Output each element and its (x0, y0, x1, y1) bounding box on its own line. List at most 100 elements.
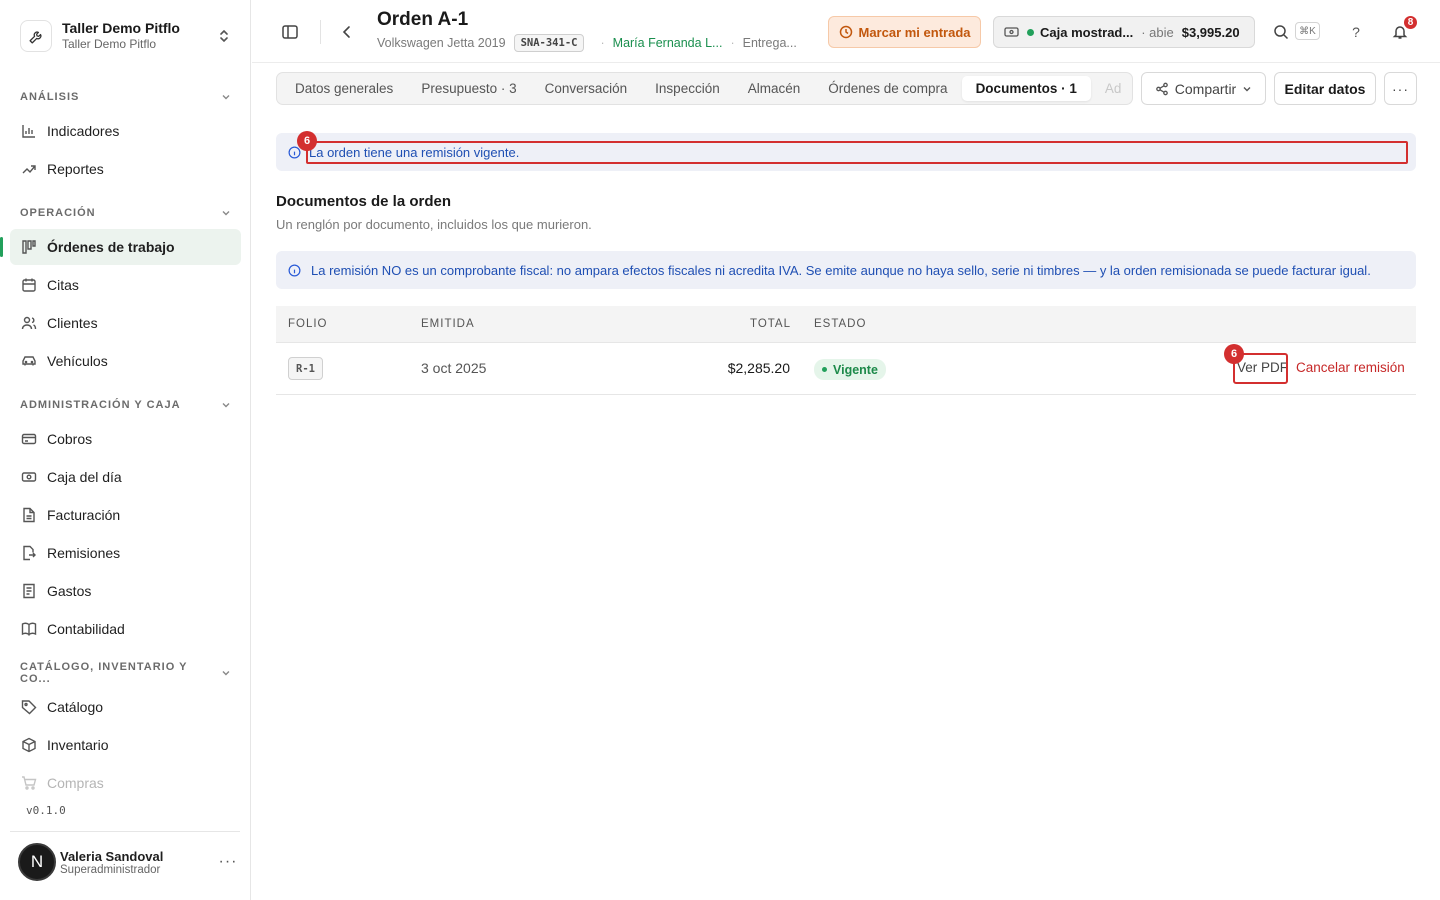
sidebar-item-inventario[interactable]: Inventario (10, 727, 241, 763)
chevron-updown-icon (216, 28, 232, 44)
share-icon (1155, 82, 1169, 96)
section-header-administracion[interactable]: ADMINISTRACIÓN Y CAJA (20, 397, 232, 413)
page-header: Orden A-1 Volkswagen Jetta 2019 SNA-341-… (252, 0, 1440, 63)
calendar-icon (20, 277, 37, 294)
sidebar-item-compras[interactable]: Compras (10, 765, 241, 801)
tab-presupuesto[interactable]: Presupuesto · 3 (407, 76, 530, 101)
tag-icon (20, 699, 37, 716)
app-version: v0.1.0 (26, 804, 66, 817)
wrench-icon (20, 20, 52, 52)
user-name: Valeria Sandoval (60, 848, 164, 864)
search-icon[interactable] (1268, 19, 1294, 45)
sidebar: Taller Demo Pitflo Taller Demo Pitflo AN… (0, 0, 251, 900)
tab-conversacion[interactable]: Conversación (531, 76, 642, 101)
user-role: Superadministrador (60, 863, 161, 876)
avatar: N (18, 843, 56, 881)
sidebar-item-clientes[interactable]: Clientes (10, 305, 241, 341)
workspace-name: Taller Demo Pitflo (62, 20, 180, 36)
users-icon (20, 315, 37, 332)
license-plate: SNA-341-C (513, 34, 585, 52)
sidebar-item-vehiculos[interactable]: Vehículos (10, 343, 241, 379)
page-title: Orden A-1 (377, 9, 469, 30)
sidebar-item-indicadores[interactable]: Indicadores (10, 113, 241, 149)
customer-link[interactable]: María Fernanda L... (613, 36, 723, 50)
receipt-icon (20, 583, 37, 600)
tab-inspeccion[interactable]: Inspección (641, 76, 734, 101)
chevron-down-icon (222, 95, 230, 100)
car-icon (20, 353, 37, 370)
divider (320, 20, 321, 44)
workspace-switcher[interactable]: Taller Demo Pitflo Taller Demo Pitflo (10, 12, 242, 60)
credit-card-icon (20, 431, 37, 448)
notification-count-badge: 8 (1402, 14, 1419, 31)
cash-icon (20, 469, 37, 486)
sidebar-item-cobros[interactable]: Cobros (10, 421, 241, 457)
total-amount: $2,285.20 (727, 360, 790, 376)
highlight-box (306, 141, 1408, 164)
column-issued: EMITIDA (421, 318, 475, 330)
tab-documentos[interactable]: Documentos · 1 (961, 76, 1091, 101)
sidebar-item-contabilidad[interactable]: Contabilidad (10, 611, 241, 647)
sidebar-item-facturacion[interactable]: Facturación (10, 497, 241, 533)
file-icon (20, 507, 37, 524)
table-row: R-1 3 oct 2025 $2,285.20 Vigente Ver PDF… (276, 343, 1416, 395)
sidebar-toggle-icon[interactable] (277, 19, 303, 45)
cash-register-status: · abie (1141, 24, 1174, 40)
bar-chart-icon (20, 123, 37, 140)
more-horizontal-icon[interactable]: ··· (216, 853, 240, 871)
cash-register-name: Caja mostrad... (1040, 24, 1134, 40)
chevron-down-icon (222, 403, 230, 408)
help-icon[interactable]: ? (1343, 19, 1369, 45)
order-tabs: Datos generales Presupuesto · 3 Conversa… (276, 72, 1133, 105)
check-in-button[interactable]: Marcar mi entrada (828, 16, 981, 48)
cancel-remision-link[interactable]: Cancelar remisión (1296, 360, 1405, 375)
cash-register-amount: $3,995.20 (1181, 24, 1240, 40)
folio-badge: R-1 (288, 357, 323, 380)
annotation-marker: 6 (297, 131, 317, 151)
cart-icon (20, 775, 37, 792)
sidebar-item-catalogo[interactable]: Catálogo (10, 689, 241, 725)
section-header-catalogo[interactable]: CATÁLOGO, INVENTARIO Y CO... (20, 661, 232, 685)
sidebar-item-reportes[interactable]: Reportes (10, 151, 241, 187)
user-menu[interactable]: N Valeria Sandoval Superadministrador ··… (18, 842, 240, 882)
sidebar-item-remisiones[interactable]: Remisiones (10, 535, 241, 571)
order-stage: Entrega... (742, 36, 797, 50)
search-shortcut: ⌘K (1295, 22, 1320, 40)
trend-icon (20, 161, 37, 178)
divider (10, 831, 240, 832)
workspace-subtitle: Taller Demo Pitflo (62, 37, 157, 51)
cash-register-selector[interactable]: Caja mostrad... · abie $3,995.20 (993, 16, 1255, 48)
sidebar-item-citas[interactable]: Citas (10, 267, 241, 303)
back-arrow-icon[interactable] (334, 19, 360, 45)
section-header-analisis[interactable]: ANÁLISIS (20, 89, 232, 105)
more-actions-button[interactable]: ··· (1384, 72, 1417, 105)
section-title: Documentos de la orden (276, 193, 452, 210)
fiscal-notice-text: La remisión NO es un comprobante fiscal:… (311, 262, 1371, 278)
column-folio: FOLIO (288, 318, 328, 330)
tab-overflow[interactable]: Ad (1091, 76, 1132, 101)
file-export-icon (20, 545, 37, 562)
section-header-operacion[interactable]: OPERACIÓN (20, 205, 232, 221)
sidebar-item-caja-del-dia[interactable]: Caja del día (10, 459, 241, 495)
tab-datos-generales[interactable]: Datos generales (281, 76, 407, 101)
share-button[interactable]: Compartir (1141, 72, 1266, 105)
sidebar-item-ordenes[interactable]: Órdenes de trabajo (0, 229, 241, 265)
status-dot (1027, 28, 1034, 36)
issued-date: 3 oct 2025 (421, 360, 487, 376)
chevron-down-icon (1242, 84, 1252, 94)
kanban-icon (20, 239, 37, 256)
column-total: TOTAL (750, 318, 791, 330)
tab-ordenes-de-compra[interactable]: Órdenes de compra (814, 76, 961, 101)
vehicle-name: Volkswagen Jetta 2019 (377, 36, 506, 50)
edit-button[interactable]: Editar datos (1274, 72, 1376, 105)
chevron-down-icon (222, 211, 230, 216)
box-icon (20, 737, 37, 754)
info-icon (288, 264, 301, 277)
annotation-marker: 6 (1224, 344, 1244, 364)
sidebar-item-gastos[interactable]: Gastos (10, 573, 241, 609)
tab-almacen[interactable]: Almacén (734, 76, 815, 101)
section-subtitle: Un renglón por documento, incluidos los … (276, 217, 592, 232)
status-badge: Vigente (814, 359, 886, 380)
column-status: ESTADO (814, 318, 867, 330)
table-header: FOLIO EMITIDA TOTAL ESTADO (276, 306, 1416, 343)
